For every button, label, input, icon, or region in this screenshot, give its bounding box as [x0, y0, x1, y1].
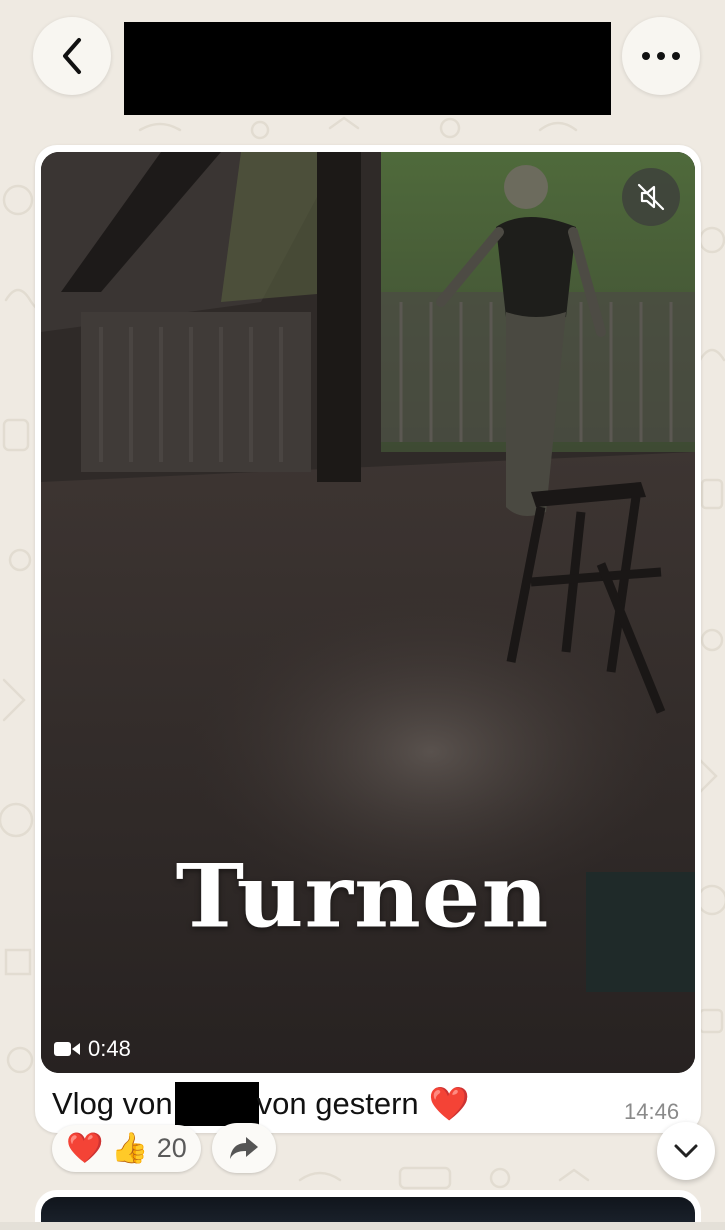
- reaction-thumbs-up: 👍: [111, 1131, 149, 1165]
- reaction-heart: ❤️: [66, 1131, 104, 1165]
- video-duration: 0:48: [54, 1036, 131, 1062]
- caption-suffix: von gestern: [256, 1086, 419, 1121]
- forward-button[interactable]: [212, 1123, 276, 1173]
- mute-toggle-button[interactable]: [622, 168, 680, 226]
- chat-title-redacted[interactable]: [124, 22, 611, 115]
- chat-screen: Turnen 0:48 Vlog von von gestern ❤️ 14:4…: [0, 0, 725, 1230]
- reaction-count: 20: [156, 1133, 187, 1163]
- video-overlay-title: Turnen: [175, 844, 550, 948]
- chevron-down-icon: [674, 1144, 698, 1158]
- back-button[interactable]: [33, 17, 111, 95]
- video-duration-text: 0:48: [88, 1036, 131, 1061]
- speaker-muted-icon: [637, 183, 665, 211]
- caption-prefix: Vlog von: [52, 1086, 173, 1121]
- scroll-to-bottom-button[interactable]: [657, 1122, 715, 1180]
- video-camera-icon: [54, 1042, 80, 1056]
- message-timestamp: 14:46: [624, 1099, 680, 1124]
- forward-arrow-icon: [230, 1137, 258, 1159]
- more-options-button[interactable]: [622, 17, 700, 95]
- ellipsis-icon: [642, 52, 680, 60]
- reactions-pill[interactable]: ❤️ 👍 20: [52, 1125, 201, 1172]
- bottom-edge: [0, 1222, 725, 1230]
- name-redacted: [174, 1082, 259, 1126]
- heart-emoji: ❤️: [428, 1084, 470, 1122]
- message-caption: Vlog von von gestern ❤️: [52, 1082, 470, 1126]
- chevron-left-icon: [63, 38, 81, 74]
